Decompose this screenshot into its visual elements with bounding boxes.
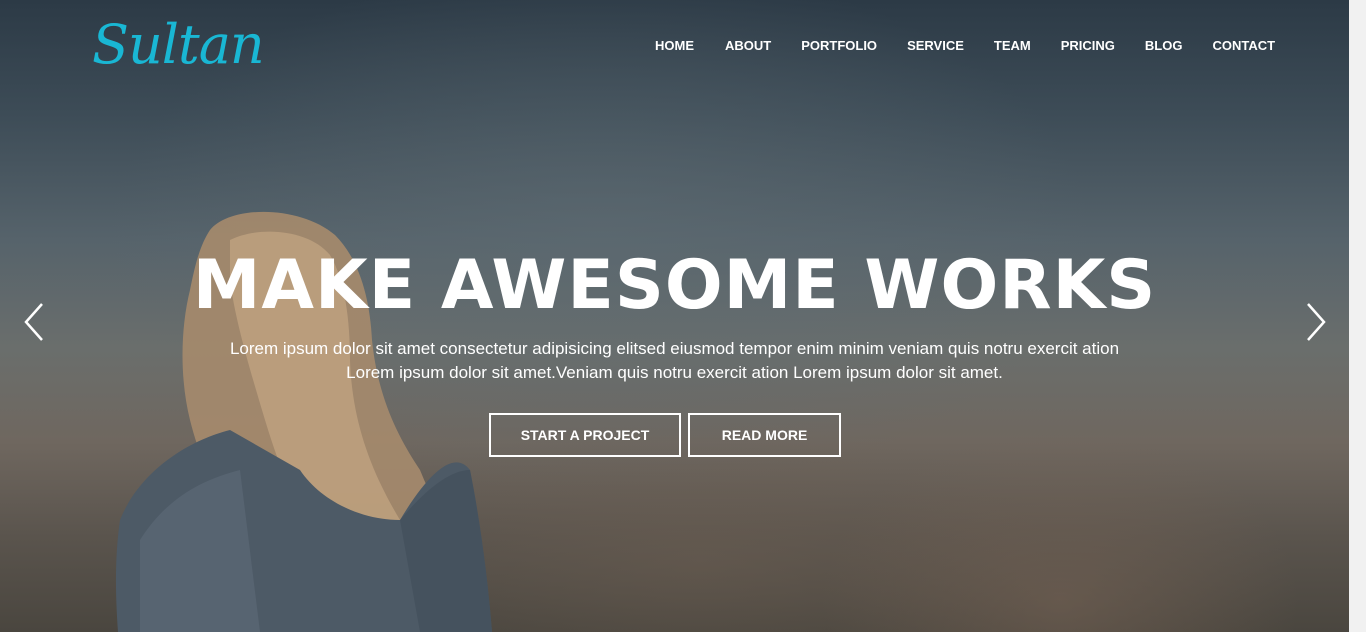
main-nav: HOME ABOUT PORTFOLIO SERVICE TEAM PRICIN… <box>655 38 1275 54</box>
logo[interactable]: Sultan <box>92 10 265 80</box>
nav-item-portfolio[interactable]: PORTFOLIO <box>801 38 877 54</box>
nav-item-pricing[interactable]: PRICING <box>1061 38 1115 54</box>
start-project-button[interactable]: START A PROJECT <box>489 413 681 457</box>
page-scrollbar[interactable] <box>1349 0 1366 632</box>
hero-subtext-line-1: Lorem ipsum dolor sit amet consectetur a… <box>229 339 1120 358</box>
nav-item-team[interactable]: TEAM <box>994 38 1031 54</box>
hero-subtext-line-2: Lorem ipsum dolor sit amet.Veniam quis n… <box>346 363 1003 382</box>
nav-item-about[interactable]: ABOUT <box>725 38 771 54</box>
hero-subtext: Lorem ipsum dolor sit amet consectetur a… <box>174 337 1175 385</box>
hero-slider: Sultan HOME ABOUT PORTFOLIO SERVICE TEAM… <box>0 0 1349 632</box>
nav-item-home[interactable]: HOME <box>655 38 694 54</box>
nav-item-service[interactable]: SERVICE <box>907 38 964 54</box>
nav-item-blog[interactable]: BLOG <box>1145 38 1183 54</box>
nav-item-contact[interactable]: CONTACT <box>1212 38 1275 54</box>
hero-headline: MAKE AWESOME WORKS <box>192 246 1157 325</box>
read-more-button[interactable]: READ MORE <box>688 413 841 457</box>
